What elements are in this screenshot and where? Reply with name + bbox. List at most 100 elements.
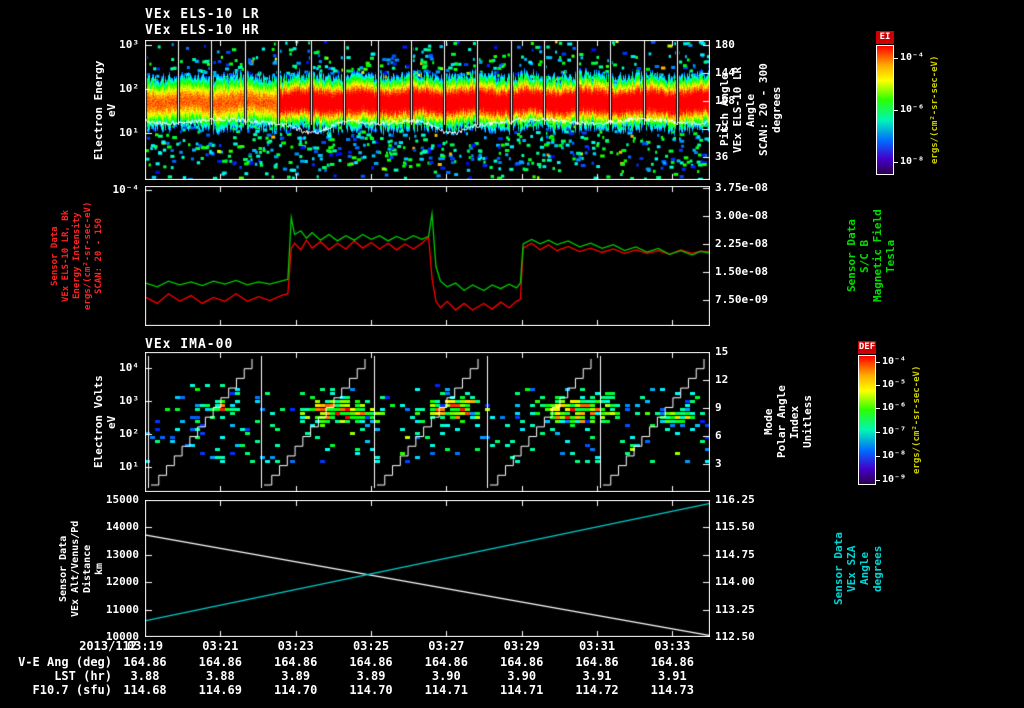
table-value: 114.68 [123, 683, 167, 697]
axis-tick-label: 12 [715, 373, 729, 386]
table-value: 114.71 [424, 683, 468, 697]
table-value: 3.91 [657, 669, 687, 683]
p3-right-axis-label: Mode Polar Angle Index Unitless [762, 385, 814, 459]
axis-tick-label: 10³ [119, 394, 139, 407]
colorbar-tick-mark [894, 110, 898, 111]
colorbar-tick-mark [876, 456, 880, 458]
axis-tick-label: 3.00e-08 [715, 208, 768, 222]
altitude-sza-canvas [145, 500, 710, 637]
axis-tick-label: 11000 [105, 602, 139, 616]
table-value: 3.90 [507, 669, 537, 683]
table-value: 114.70 [349, 683, 393, 697]
axis-tick-label: 3.75e-08 [715, 180, 768, 194]
time-tick-label: 03:31 [578, 639, 616, 653]
table-value: 164.86 [650, 655, 694, 669]
colorbar-tick-mark [876, 479, 880, 481]
axis-tick-label: 15 [715, 345, 729, 358]
axis-tick-label: 144 [715, 66, 735, 80]
colorbar-tick-mark [876, 431, 880, 433]
table-value: 164.86 [424, 655, 468, 669]
time-tick-label: 03:29 [503, 639, 540, 653]
axis-tick-label: 7.50e-09 [715, 292, 768, 306]
ima-spectrogram-panel [145, 352, 710, 492]
axis-tick-label: 6 [715, 429, 722, 442]
axis-tick-label: 10³ [119, 38, 139, 52]
colorbar2 [858, 355, 876, 485]
table-value: 3.90 [431, 669, 461, 683]
axis-tick-label: 9 [715, 401, 722, 414]
table-value: 114.69 [198, 683, 242, 697]
colorbar-tick-mark [894, 58, 898, 59]
axis-tick-label: 10⁻⁴ [112, 183, 140, 197]
axis-tick-label: 112.50 [715, 630, 755, 643]
axis-tick-label: 72 [715, 122, 729, 136]
table-value: 114.71 [499, 683, 544, 697]
time-tick-label: 03:27 [428, 639, 465, 653]
table-row-label: F10.7 (sfu) [32, 683, 112, 697]
table-row-label: LST (hr) [54, 669, 112, 683]
colorbar-tick-label: 10⁻⁷ [882, 425, 907, 437]
axis-tick-label: 113.25 [715, 602, 755, 616]
ima-spectrogram-canvas [145, 352, 710, 492]
colorbar-tick-label: 10⁻⁵ [882, 378, 907, 390]
time-tick-label: 03:21 [202, 639, 239, 653]
axis-tick-label: 15000 [105, 493, 139, 506]
panel3-title: VEx IMA-00 [145, 337, 234, 352]
axis-tick-label: 180 [715, 38, 735, 52]
table-value: 164.86 [198, 655, 242, 669]
colorbar-tick-mark [876, 408, 880, 410]
intensity-bfield-canvas [145, 186, 710, 326]
table-value: 3.89 [356, 669, 386, 683]
axis-tick-label: 1.50e-08 [715, 264, 768, 278]
axis-tick-label: 114.00 [715, 575, 755, 589]
table-value: 164.86 [273, 655, 318, 669]
axis-tick-label: 116.25 [715, 493, 755, 506]
table-row-label: V-E Ang (deg) [18, 655, 112, 669]
axis-tick-label: 14000 [105, 520, 139, 534]
time-tick-label: 03:25 [352, 639, 390, 653]
axis-tick-label: 12000 [105, 575, 139, 589]
p2-left-axis-label: Sensor Data VEx ELS-10 LR, Bk Energy Inten… [50, 201, 104, 311]
p4-right-axis-label: Sensor Data VEx SZA Angle degrees [832, 532, 884, 605]
colorbar-tick-label: 10⁻⁸ [882, 450, 907, 462]
table-value: 3.88 [130, 669, 160, 683]
axis-tick-label: 10¹ [119, 125, 139, 139]
colorbar2-header: DEF [858, 341, 876, 354]
colorbar-tick-label: 10⁻⁶ [900, 104, 925, 115]
colorbar-tick-mark [876, 384, 880, 386]
axis-tick-label: 10² [119, 427, 139, 441]
table-value: 3.91 [582, 669, 612, 683]
axis-tick-label: 36 [715, 150, 729, 164]
table-value: 3.89 [281, 669, 311, 683]
axis-tick-label: 13000 [105, 547, 139, 561]
table-value: 164.86 [123, 655, 167, 669]
p1-left-axis-label: Electron Energy eV [92, 60, 118, 160]
axis-tick-label: 10² [119, 81, 139, 95]
axis-tick-label: 114.75 [715, 547, 755, 561]
table-value: 114.73 [650, 683, 694, 697]
colorbar-tick-mark [894, 162, 898, 163]
colorbar-tick-label: 10⁻⁹ [882, 473, 907, 485]
colorbar-tick-label: 10⁻⁴ [900, 52, 925, 63]
table-value: 114.70 [273, 683, 318, 697]
els-spectrogram-panel [145, 40, 710, 180]
table-value: 164.86 [349, 655, 393, 669]
colorbar1-header: EI [876, 31, 894, 44]
colorbar-tick-label: 10⁻⁶ [882, 402, 907, 414]
axis-tick-label: 108 [715, 94, 735, 108]
table-value: 114.72 [575, 683, 619, 697]
altitude-sza-panel [145, 500, 710, 637]
axis-tick-label: 115.50 [715, 520, 755, 534]
colorbar-tick-label: 10⁻⁴ [882, 355, 907, 367]
axis-tick-label: 3 [715, 457, 722, 470]
p2-right-axis-label: Sensor Data S/C B Magnetic Field Tesla [845, 209, 897, 303]
table-value: 3.88 [205, 669, 235, 683]
colorbar1 [876, 45, 894, 175]
table-value: 164.86 [499, 655, 544, 669]
date-label: 2013/112 [79, 639, 137, 653]
time-tick-label: 03:33 [654, 639, 691, 653]
panel1-title-line1: VEx ELS-10 LR [145, 7, 260, 22]
colorbar2-units-label: ergs/(cm²-sr-sec-eV) [912, 365, 922, 475]
colorbar-tick-label: 10⁻⁸ [900, 156, 925, 167]
intensity-bfield-panel [145, 186, 710, 326]
